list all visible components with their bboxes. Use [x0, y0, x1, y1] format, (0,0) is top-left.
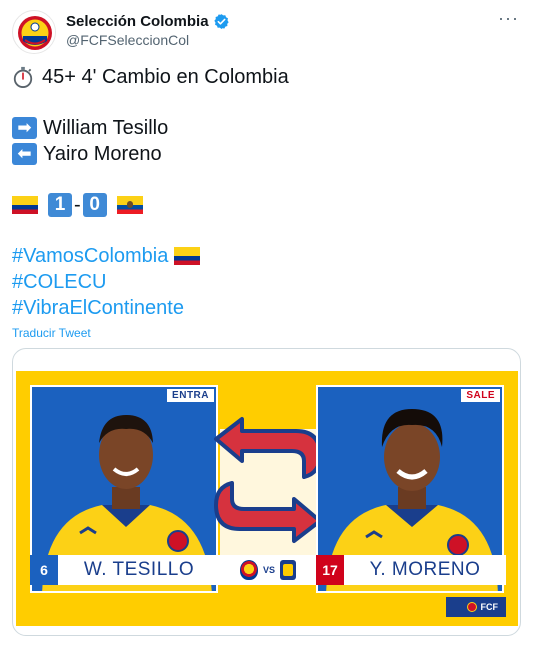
player-out-namebar: 17 Y. MORENO [316, 555, 506, 585]
display-name[interactable]: Selección Colombia [66, 13, 209, 30]
account-handle[interactable]: @FCFSeleccionCol [66, 32, 230, 48]
ecuador-flag-icon [116, 196, 143, 214]
fcf-logo-icon [466, 602, 477, 612]
swap-arrows-icon [214, 417, 322, 543]
translate-tweet-link[interactable]: Traducir Tweet [12, 325, 525, 341]
out-player-line: ⬅ Yairo Moreno [12, 141, 525, 167]
vs-label: VS [262, 565, 275, 575]
stopwatch-icon [13, 66, 33, 88]
sale-tag: SALE [461, 389, 500, 402]
left-arrow-icon: ⬅ [12, 143, 37, 165]
fcf-label: FCF [480, 602, 499, 612]
player-out-number: 17 [316, 555, 344, 585]
avatar[interactable] [12, 10, 56, 54]
entra-tag: ENTRA [167, 389, 214, 402]
hashtag-line: #COLECU [12, 269, 525, 295]
verified-badge-icon [213, 13, 229, 29]
player-in-namebar: 6 W. TESILLO [30, 555, 220, 585]
out-player-name: Yairo Moreno [43, 143, 162, 165]
hashtag-line: #VibraElContinente [12, 295, 525, 321]
in-player-name: William Tesillo [43, 117, 169, 139]
more-options-icon[interactable]: ··· [498, 8, 519, 28]
score-separator: - [74, 194, 81, 216]
hashtag-vibraelcontinente[interactable]: #VibraElContinente [12, 295, 184, 321]
swap-area [214, 385, 322, 581]
tweet-media[interactable]: ENTRA SALE 6 W. TESILLO VS 17 Y. MORENO … [12, 348, 521, 636]
tweet-header: Selección Colombia @FCFSeleccionCol ··· [12, 8, 525, 54]
substitution-text: 45+ 4' Cambio en Colombia [42, 66, 289, 88]
tweet-text: 45+ 4' Cambio en Colombia ➡ William Tesi… [12, 64, 525, 341]
hashtag-colecu[interactable]: #COLECU [12, 269, 106, 295]
substitution-graphic: ENTRA SALE 6 W. TESILLO VS 17 Y. MORENO … [16, 371, 518, 626]
score-away: 0 [82, 193, 107, 217]
colombia-flag-icon [174, 247, 201, 265]
account-names: Selección Colombia @FCFSeleccionCol [66, 11, 230, 48]
score-home: 1 [48, 193, 72, 217]
substitution-line: 45+ 4' Cambio en Colombia [12, 64, 525, 90]
player-out-label: Y. MORENO [369, 559, 481, 580]
colombia-crest-icon [239, 560, 258, 580]
player-in-label: W. TESILLO [83, 559, 195, 580]
right-arrow-icon: ➡ [12, 117, 37, 139]
colombia-flag-icon [12, 196, 38, 214]
fcf-footer-tag: FCF [446, 597, 506, 617]
ecuador-crest-icon [280, 560, 296, 580]
match-badge: VS [220, 555, 316, 585]
fcf-crest-icon [14, 12, 55, 53]
in-player-line: ➡ William Tesillo [12, 115, 525, 141]
hashtag-vamoscolombia[interactable]: #VamosColombia [12, 243, 168, 269]
player-in-number: 6 [30, 555, 58, 585]
hashtag-line: #VamosColombia [12, 243, 525, 269]
score-line: 1 - 0 [12, 192, 525, 218]
